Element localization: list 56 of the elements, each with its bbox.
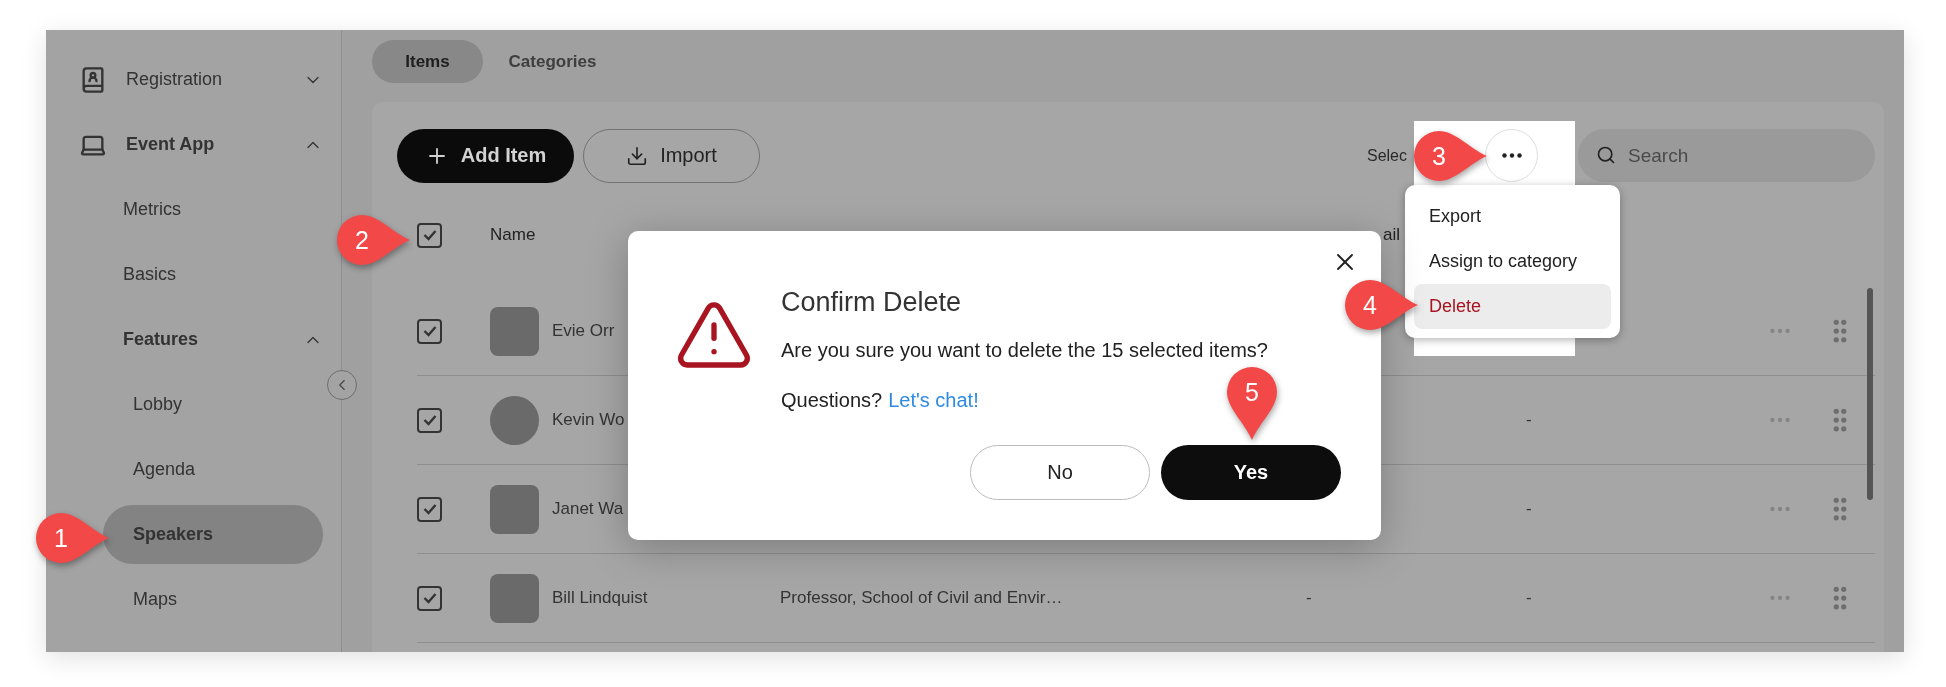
row-checkbox[interactable] — [417, 585, 442, 611]
add-item-button[interactable]: Add Item — [397, 128, 574, 183]
row-checkbox[interactable] — [417, 407, 442, 433]
more-icon — [1501, 153, 1522, 158]
speaker-name: Evie Orr — [552, 321, 616, 341]
menu-item[interactable]: Export — [1414, 194, 1611, 239]
search-icon — [1596, 145, 1616, 165]
sidebar-item[interactable]: Agenda — [103, 440, 323, 499]
callout-marker: 5 — [1224, 364, 1280, 442]
sidebar-item[interactable]: Features — [79, 310, 323, 369]
sidebar-item[interactable]: Speakers — [103, 505, 323, 564]
dialog-message: Are you sure you want to delete the 15 selected items? — [781, 338, 1269, 363]
download-icon — [626, 144, 649, 167]
table-cell-text: - — [1525, 499, 1533, 519]
menu-item[interactable]: Delete — [1414, 284, 1611, 329]
dialog-title: Confirm Delete — [781, 286, 963, 319]
sidebar-item[interactable]: Event App — [79, 115, 323, 174]
confirm-button[interactable]: Yes — [1161, 445, 1341, 500]
callout-marker: 4 — [1342, 277, 1420, 333]
speaker-title: Professor, School of Civil and Envir… — [780, 588, 1064, 608]
sidebar-item[interactable]: Maps — [103, 570, 323, 629]
check-icon — [422, 229, 437, 241]
callout-marker: 3 — [1411, 128, 1489, 184]
sidebar-item[interactable]: Lobby — [103, 375, 323, 434]
row-checkbox[interactable] — [417, 496, 442, 522]
avatar-placeholder — [490, 573, 539, 623]
avatar-placeholder — [490, 306, 539, 356]
speaker-name: Kevin Wo — [552, 410, 626, 430]
search-field[interactable]: Search — [1578, 129, 1875, 182]
select-all-checkbox[interactable] — [417, 222, 442, 248]
check-icon — [422, 414, 437, 426]
column-header: ail — [1382, 225, 1401, 245]
scrollbar[interactable] — [1867, 288, 1873, 500]
tab[interactable]: Items — [372, 40, 483, 83]
callout-marker: 2 — [334, 212, 412, 268]
cancel-button[interactable]: No — [970, 445, 1150, 500]
table-cell-text: - — [1305, 588, 1313, 608]
row-checkbox[interactable] — [417, 318, 442, 344]
avatar-placeholder — [490, 484, 539, 534]
sidebar-item[interactable]: Registration — [79, 50, 323, 109]
avatar-placeholder — [490, 395, 539, 445]
tab[interactable]: Categories — [497, 40, 608, 83]
help-text: Questions? — [781, 388, 883, 413]
chat-link[interactable]: Let's chat! — [888, 387, 979, 413]
speaker-name: Bill Lindquist — [552, 588, 649, 608]
sidebar-item[interactable]: Metrics — [79, 180, 323, 239]
sidebar-item[interactable]: Basics — [79, 245, 323, 304]
selection-label: Selec — [1366, 146, 1407, 165]
table-cell-text: - — [1525, 410, 1533, 430]
check-icon — [422, 325, 437, 337]
check-icon — [422, 503, 437, 515]
callout-marker: 1 — [33, 510, 111, 566]
column-header: Name — [490, 225, 536, 244]
speaker-name: Janet Wa — [552, 499, 625, 519]
table-cell-text: - — [1525, 588, 1533, 608]
check-icon — [422, 592, 437, 604]
